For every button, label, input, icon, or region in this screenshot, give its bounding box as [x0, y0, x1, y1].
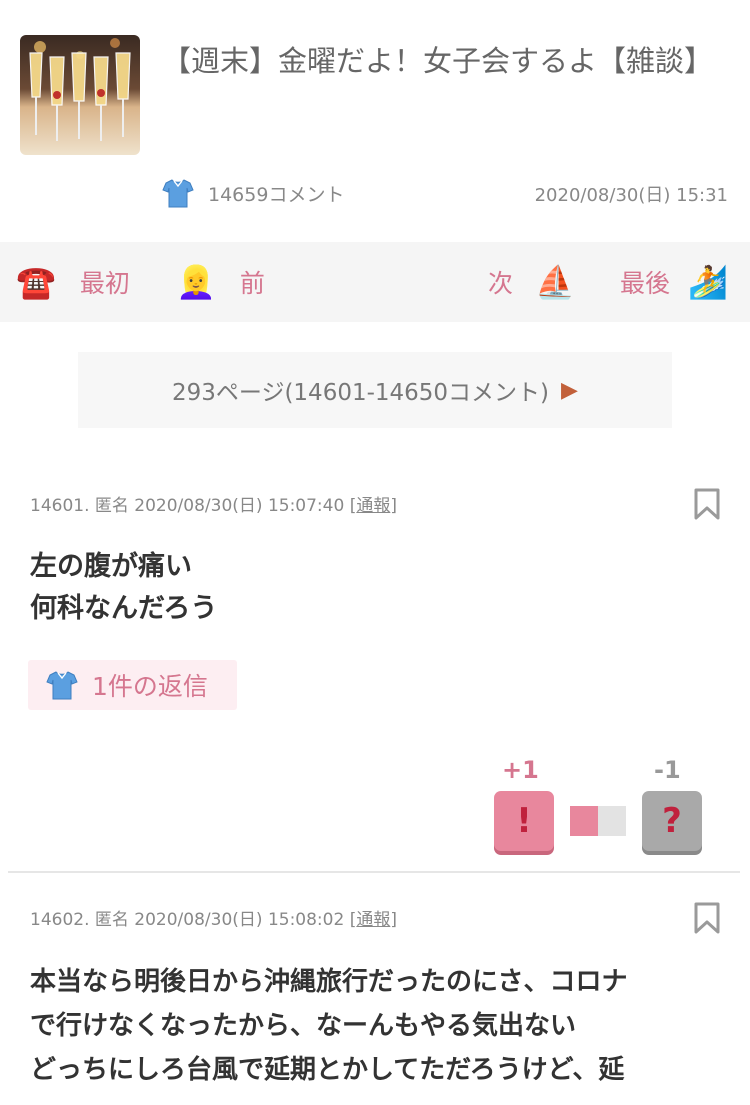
nav-last-button[interactable]: 最後 🏄	[620, 242, 728, 322]
bracket: ]	[390, 910, 397, 930]
page-range-label: 293ページ(14601-14650コメント)	[172, 380, 550, 406]
minus-vote-button[interactable]: ?	[642, 791, 702, 851]
comment-body: 左の腹が痛い 何科なんだろう	[30, 546, 720, 630]
thread-date: 2020/08/30(日) 15:31	[534, 185, 728, 206]
comment-line: どっちにしろ台風で延期とかしてただろうけど、延	[30, 1055, 625, 1085]
bookmark-icon[interactable]	[694, 902, 720, 934]
thread-thumbnail	[20, 35, 140, 155]
girl-icon: 👱‍♀️	[176, 263, 216, 301]
exclamation-icon: !	[516, 801, 532, 841]
comment-line: で行けなくなったから、なーんもやる気出ない	[30, 1011, 577, 1041]
nav-first-button[interactable]: ☎️ 最初	[16, 242, 130, 322]
report-link[interactable]: 通報	[356, 496, 390, 516]
page-nav-bar: ☎️ 最初 👱‍♀️ 前 次 ⛵ 最後 🏄	[0, 242, 750, 322]
report-link[interactable]: 通報	[356, 910, 390, 930]
comment-line: 何科なんだろう	[30, 593, 218, 624]
plus-vote-button[interactable]: !	[494, 791, 554, 851]
comment-header: 14602. 匿名 2020/08/30(日) 15:08:02 [通報]	[30, 905, 397, 930]
nav-next-button[interactable]: 次 ⛵	[488, 242, 575, 322]
thread-title[interactable]: 【週末】金曜だよ！女子会するよ【雑談】	[162, 38, 722, 85]
vote-ratio-fill	[570, 806, 598, 836]
shirt-icon	[162, 178, 194, 208]
bracket: ]	[390, 496, 397, 516]
surfer-icon: 🏄	[688, 263, 728, 301]
nav-first-label: 最初	[79, 269, 130, 298]
plus-count: +1	[502, 756, 539, 784]
shirt-icon	[46, 670, 78, 700]
nav-next-label: 次	[488, 269, 514, 298]
nav-prev-label: 前	[239, 269, 265, 298]
bookmark-icon[interactable]	[694, 488, 720, 520]
telephone-icon: ☎️	[16, 263, 56, 301]
question-icon: ?	[662, 801, 682, 841]
vote-ratio-bar	[570, 806, 626, 836]
sailboat-icon: ⛵	[535, 263, 575, 301]
comment-body: 本当なら明後日から沖縄旅行だったのにさ、コロナ で行けなくなったから、なーんもや…	[30, 960, 730, 1092]
comment-count: 14659コメント	[162, 178, 344, 208]
comment-divider	[8, 871, 740, 873]
nav-last-label: 最後	[620, 269, 671, 298]
comment-header: 14601. 匿名 2020/08/30(日) 15:07:40 [通報]	[30, 491, 397, 516]
minus-count: -1	[654, 756, 681, 784]
replies-button[interactable]: 1件の返信	[28, 660, 237, 710]
play-arrow-icon: ▶	[561, 377, 578, 403]
comment-meta: 14602. 匿名 2020/08/30(日) 15:08:02	[30, 910, 345, 930]
comment-meta: 14601. 匿名 2020/08/30(日) 15:07:40	[30, 496, 345, 516]
comment-count-label: 14659コメント	[208, 183, 345, 206]
replies-label: 1件の返信	[92, 672, 208, 701]
page-range-selector[interactable]: 293ページ(14601-14650コメント) ▶	[78, 352, 672, 428]
nav-prev-button[interactable]: 👱‍♀️ 前	[176, 242, 265, 322]
comment-line: 左の腹が痛い	[30, 551, 192, 582]
comment-line: 本当なら明後日から沖縄旅行だったのにさ、コロナ	[30, 967, 628, 997]
